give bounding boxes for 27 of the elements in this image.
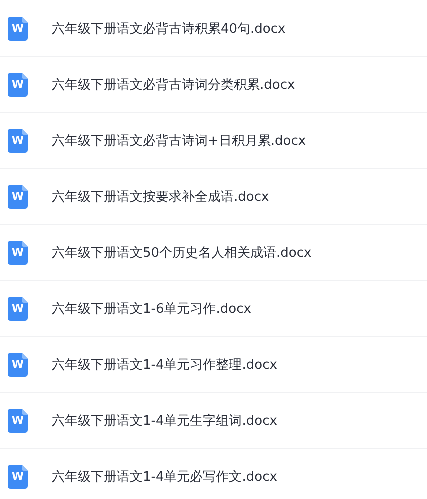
file-name: 六年级下册语文1-4单元习作整理.docx (52, 356, 278, 374)
file-row[interactable]: W 六年级下册语文50个历史名人相关成语.docx (0, 225, 427, 281)
file-name: 六年级下册语文1-4单元生字组词.docx (52, 412, 278, 430)
document-icon: W (8, 128, 28, 152)
document-icon: W (8, 352, 28, 376)
file-name: 六年级下册语文必背古诗词+日积月累.docx (52, 132, 306, 150)
file-row[interactable]: W 六年级下册语文1-4单元习作整理.docx (0, 337, 427, 393)
document-icon: W (8, 16, 28, 40)
file-name: 六年级下册语文按要求补全成语.docx (52, 188, 270, 206)
file-name: 六年级下册语文1-6单元习作.docx (52, 300, 252, 318)
document-icon: W (8, 408, 28, 432)
document-icon: W (8, 464, 28, 488)
file-name: 六年级下册语文50个历史名人相关成语.docx (52, 244, 312, 262)
file-row[interactable]: W 六年级下册语文按要求补全成语.docx (0, 169, 427, 225)
document-icon: W (8, 72, 28, 96)
file-name: 六年级下册语文1-4单元必写作文.docx (52, 468, 278, 486)
file-name: 六年级下册语文必背古诗积累40句.docx (52, 20, 286, 38)
document-icon: W (8, 296, 28, 320)
file-name: 六年级下册语文必背古诗词分类积累.docx (52, 76, 296, 94)
file-row[interactable]: W 六年级下册语文1-4单元必写作文.docx (0, 449, 427, 499)
document-icon: W (8, 184, 28, 208)
file-row[interactable]: W 六年级下册语文必背古诗积累40句.docx (0, 1, 427, 57)
file-row[interactable]: W 六年级下册语文1-4单元生字组词.docx (0, 393, 427, 449)
file-row[interactable]: W 六年级下册语文必背古诗词分类积累.docx (0, 57, 427, 113)
file-row[interactable]: W 六年级下册语文必背古诗词+日积月累.docx (0, 113, 427, 169)
file-row[interactable]: W 六年级下册语文1-6单元习作.docx (0, 281, 427, 337)
document-icon: W (8, 240, 28, 264)
